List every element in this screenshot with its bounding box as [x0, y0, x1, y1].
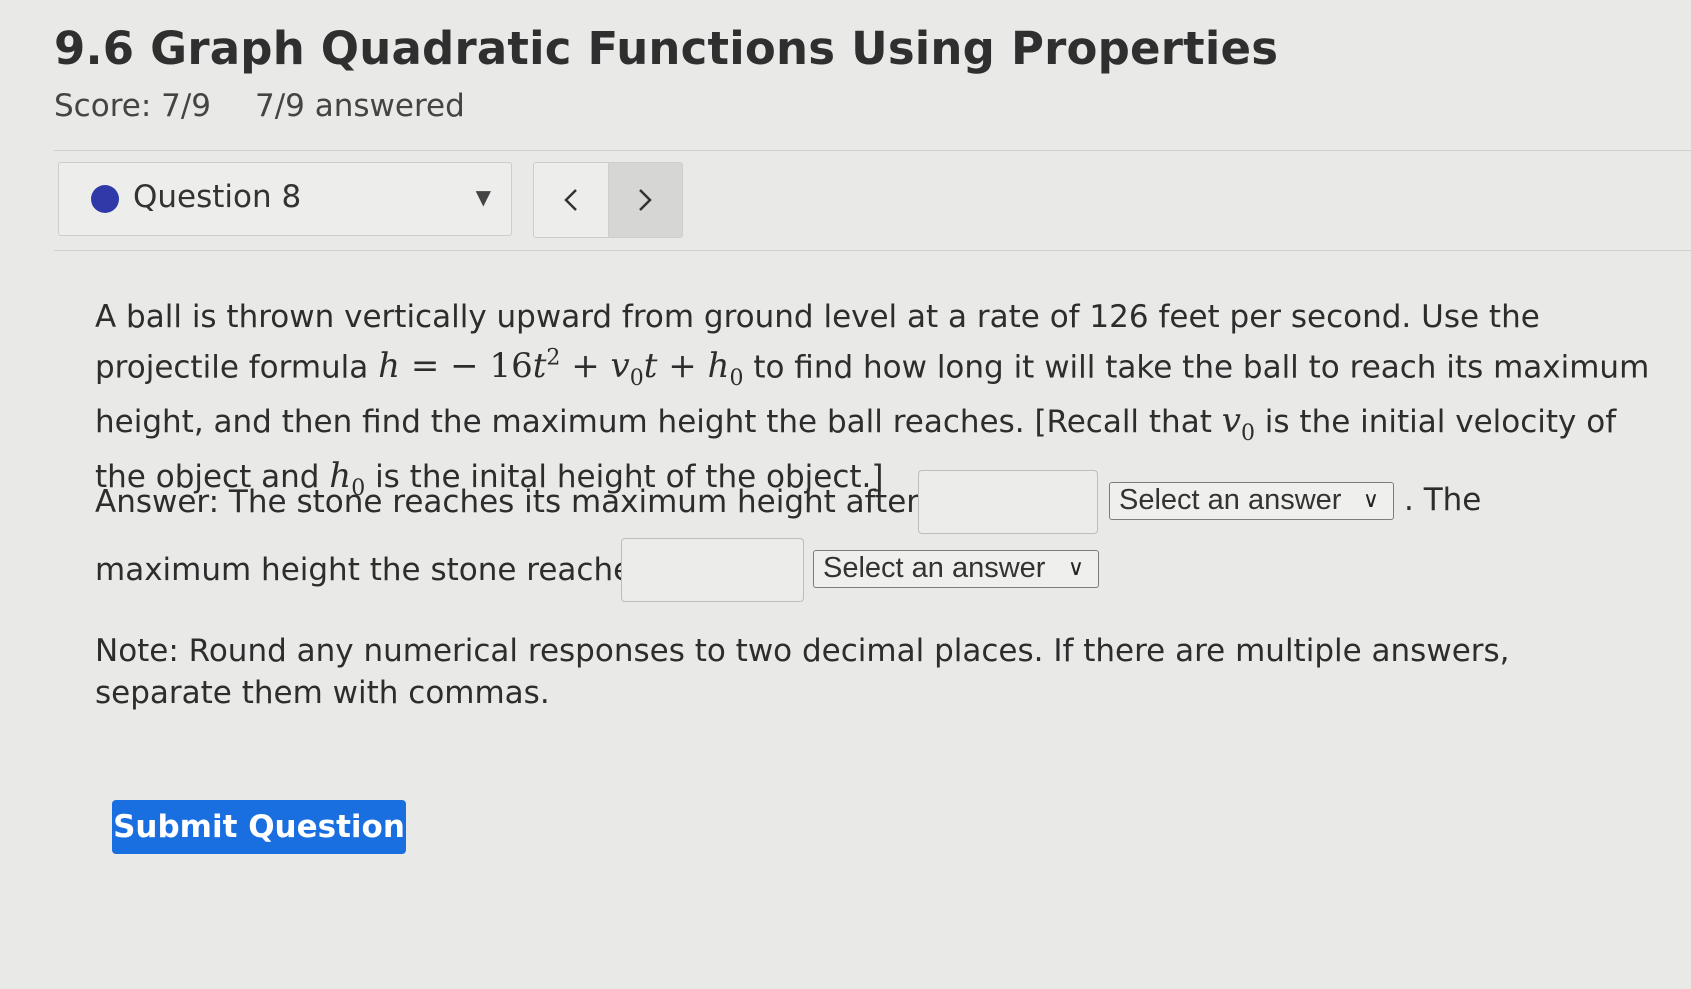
formula-v-subscript: 0: [629, 366, 644, 392]
answer-line-2: maximum height the stone reaches is: [95, 552, 683, 588]
v-symbol: v: [1221, 401, 1241, 442]
answer-line-1: Answer: The stone reaches its maximum he…: [95, 484, 1003, 520]
time-answer-input[interactable]: [918, 470, 1098, 534]
time-unit-select-label: Select an answer: [1119, 484, 1342, 516]
chevron-right-icon: [639, 189, 653, 211]
height-unit-select-label: Select an answer: [823, 552, 1046, 584]
divider: [54, 250, 1691, 251]
formula-plus: +: [668, 346, 697, 387]
formula-h0-subscript: 0: [729, 366, 744, 392]
score-row: Score: 7/9 7/9 answered: [54, 88, 465, 124]
formula-coefficient: − 16: [450, 346, 533, 387]
formula-v: v: [610, 346, 630, 387]
formula-equals: =: [410, 346, 440, 387]
formula-h: h: [378, 346, 401, 387]
chevron-down-icon: ∨: [1067, 555, 1084, 580]
formula-t: t: [532, 346, 547, 387]
v-subscript: 0: [1240, 420, 1255, 446]
answered-count: 7/9 answered: [255, 88, 465, 124]
formula-plus: +: [571, 346, 600, 387]
page-title: 9.6 Graph Quadratic Functions Using Prop…: [54, 22, 1279, 75]
projectile-formula: h = − 16t2 + v0t + h0: [378, 346, 743, 391]
chevron-left-icon: [563, 189, 577, 211]
formula-exponent: 2: [546, 346, 561, 371]
next-question-button[interactable]: [608, 163, 682, 237]
question-nav-buttons: [533, 162, 683, 238]
question-selector[interactable]: Question 8 ▼: [58, 162, 512, 236]
formula-t2: t: [643, 346, 658, 387]
problem-statement: A ball is thrown vertically upward from …: [95, 296, 1655, 510]
question-status-dot: [91, 185, 119, 213]
time-unit-select[interactable]: Select an answer ∨: [1109, 482, 1394, 520]
previous-question-button[interactable]: [534, 163, 609, 237]
divider: [54, 150, 1691, 151]
submit-question-button[interactable]: Submit Question: [112, 800, 406, 854]
answer-line-1-tail: . The: [1404, 482, 1482, 518]
chevron-down-icon: ∨: [1362, 487, 1379, 512]
score-text: Score: 7/9: [54, 88, 212, 124]
formula-h0: h: [707, 346, 730, 387]
initial-velocity-symbol: v0: [1221, 401, 1255, 446]
caret-down-icon: ▼: [475, 185, 491, 209]
height-unit-select[interactable]: Select an answer ∨: [813, 550, 1099, 588]
question-label: Question 8: [133, 179, 302, 215]
height-answer-input[interactable]: [621, 538, 804, 602]
rounding-note: Note: Round any numerical responses to t…: [95, 633, 1510, 711]
